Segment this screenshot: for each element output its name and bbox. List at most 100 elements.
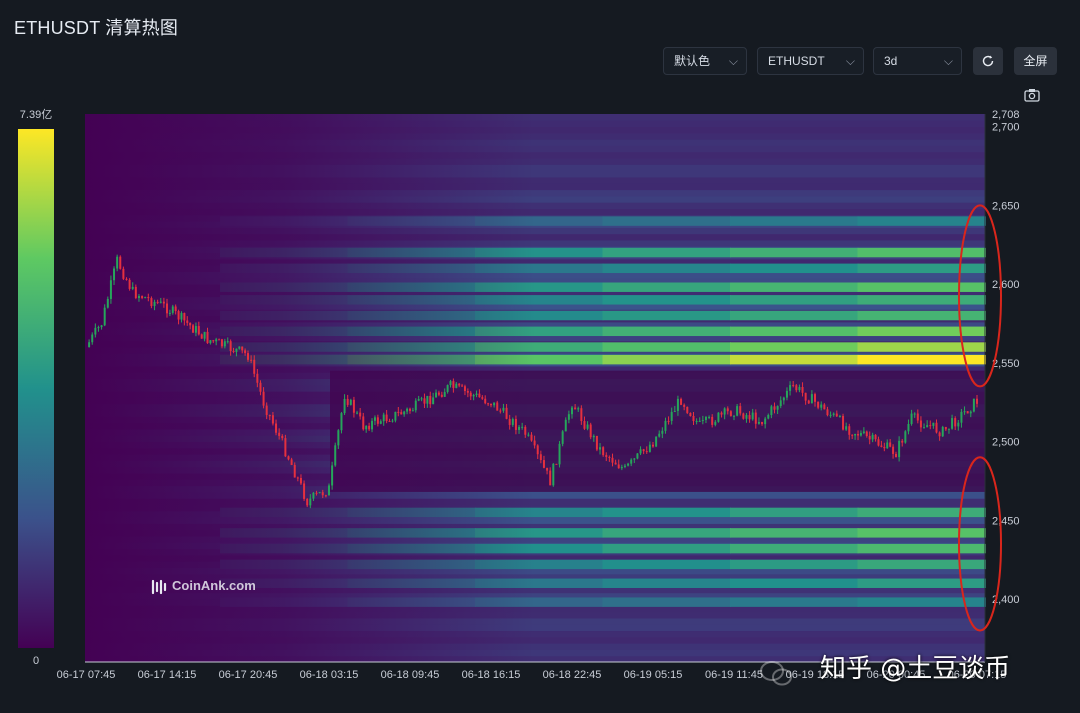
candle-body [262,391,265,406]
candle-body [764,418,767,425]
candle-body [299,478,302,484]
candle-body [835,413,838,417]
candle-body [162,301,165,304]
candle-body [194,326,197,333]
candle-body [673,410,676,412]
candle-body [751,412,754,420]
candle-body [514,418,517,430]
candle-body [960,411,963,423]
candle-body [432,397,435,405]
candle-body [186,320,189,323]
candle-body [189,322,192,326]
candle-body [736,406,739,416]
candle-body [871,434,874,440]
candle-body [177,311,180,320]
candle-body [385,414,388,421]
candle-body [394,411,397,421]
candle-body [776,406,779,410]
candle-body [754,412,757,424]
candle-body [944,426,947,430]
candle-body [97,327,100,329]
candle-body [409,408,411,411]
liquidation-heatmap[interactable]: 2,4002,4502,5002,5502,6002,6502,7002,708… [0,0,1080,713]
candle-body [247,353,249,360]
candle-body [116,256,119,269]
candle-body [209,340,212,344]
candle-body [868,436,871,440]
candle-body [232,351,235,353]
candle-body [814,394,816,402]
y-tick-label: 2,500 [992,437,1020,449]
y-tick-label: 2,600 [992,279,1020,291]
candle-body [312,492,315,499]
candle-body [88,342,91,348]
candle-body [947,428,950,430]
y-tick-label: 2,708 [992,109,1020,121]
candle-body [739,406,742,414]
candle-body [857,433,860,436]
x-tick-label: 06-17 20:45 [219,669,278,681]
candle-body [723,408,726,415]
candle-body [265,405,268,415]
candle-body [745,415,748,419]
candle-body [623,465,626,467]
candle-body [555,463,558,465]
candle-body [770,406,773,415]
y-tick-label: 2,550 [992,358,1020,370]
candle-body [443,391,446,397]
candle-body [577,408,580,410]
candle-body [580,408,583,422]
candle-body [798,386,801,391]
candle-body [337,430,340,446]
candle-body [708,416,711,418]
candle-body [215,339,218,342]
candle-body [611,457,614,463]
candle-body [862,431,865,434]
candle-body [655,436,658,447]
candle-body [773,406,776,410]
candle-body [423,398,426,404]
candle-body [113,268,116,281]
x-tick-label: 06-19 11:45 [705,669,763,681]
candle-body [518,426,521,430]
candle-body [368,425,371,430]
candle-body [916,413,919,421]
wechat-icon [760,661,792,686]
candle-body [595,435,598,450]
candle-body [695,420,698,422]
candle-body [874,434,877,440]
candle-body [376,417,379,424]
candle-body [511,418,514,425]
candle-body [838,415,841,417]
candle-body [153,301,156,306]
x-tick-label: 06-18 03:15 [300,669,359,681]
candle-body [938,432,941,437]
candle-body [343,398,346,414]
candle-body [452,381,455,388]
candle-body [877,439,880,446]
candle-body [324,495,327,497]
candle-body [379,421,382,424]
candle-body [807,400,810,404]
candle-body [174,306,177,312]
candle-body [334,445,337,466]
candle-body [293,464,296,478]
candle-body [371,420,374,430]
candle-body [592,435,595,438]
candle-body [296,477,299,479]
candle-body [521,426,524,428]
candle-body [403,411,406,415]
candle-body [259,382,262,392]
candle-body [617,464,620,469]
candle-body [782,397,785,401]
candle-body [549,470,552,486]
candle-body [192,325,195,333]
candle-body [306,498,309,506]
candle-body [614,462,617,465]
candle-body [250,359,253,361]
candle-body [913,413,916,415]
candle-body [976,398,978,404]
candle-body [223,341,226,347]
candle-body [701,419,704,421]
candle-body [926,425,929,428]
